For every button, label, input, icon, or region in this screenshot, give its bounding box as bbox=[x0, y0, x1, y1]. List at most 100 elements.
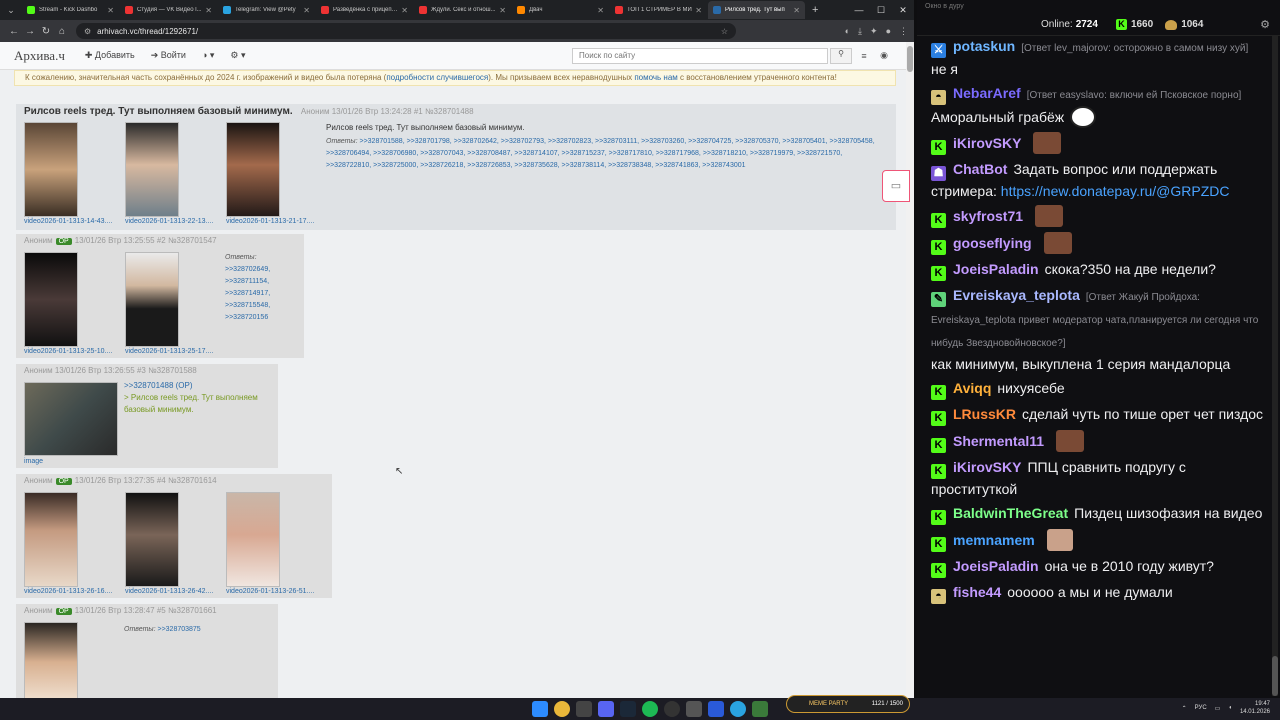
media-player-icon[interactable] bbox=[708, 701, 724, 717]
browser-tab[interactable]: Stream - Kick Dashbo ✕ bbox=[22, 1, 119, 19]
page-scrollbar[interactable] bbox=[906, 42, 914, 698]
chat-username[interactable]: potaskun bbox=[953, 38, 1015, 54]
file-name[interactable]: video2026-01-1313-25-17.... bbox=[125, 348, 213, 355]
list-icon[interactable]: ≡ bbox=[856, 51, 872, 61]
video-thumbnail[interactable] bbox=[125, 122, 179, 217]
chat-username[interactable]: JoeisPaladin bbox=[953, 261, 1039, 277]
settings-icon[interactable]: ⚙ bbox=[1260, 18, 1270, 31]
chat-username[interactable]: JoeisPaladin bbox=[953, 558, 1039, 574]
video-thumbnail[interactable] bbox=[125, 252, 179, 347]
login-button[interactable]: ➔ Войти bbox=[151, 50, 186, 61]
video-thumbnail[interactable] bbox=[24, 492, 78, 587]
clock[interactable]: 19:47 14.01.2026 bbox=[1240, 700, 1270, 716]
video-thumbnail[interactable] bbox=[125, 492, 179, 587]
file-name[interactable]: video2026-01-1313-21-17.... bbox=[226, 218, 314, 225]
chat-username[interactable]: BaldwinTheGreat bbox=[953, 505, 1068, 521]
profile-icon[interactable]: ● bbox=[886, 26, 891, 37]
maximize-icon[interactable]: ☐ bbox=[870, 5, 892, 16]
browser-tab[interactable]: ТОП 1 СТРИМЕР В МИ ✕ bbox=[610, 1, 707, 19]
new-tab-button[interactable]: + bbox=[806, 4, 824, 16]
video-thumbnail[interactable] bbox=[24, 252, 78, 347]
theme-toggle-icon[interactable]: ◑ ▾ bbox=[202, 50, 214, 61]
site-info-icon[interactable]: ⚙ bbox=[84, 27, 91, 36]
app-icon[interactable] bbox=[752, 701, 768, 717]
chat-username[interactable]: NebarAref bbox=[953, 85, 1021, 101]
search-icon[interactable]: ⚲ bbox=[830, 47, 852, 64]
spotify-icon[interactable] bbox=[642, 701, 658, 717]
camera-icon[interactable] bbox=[576, 701, 592, 717]
close-tab-icon[interactable]: ✕ bbox=[499, 6, 506, 15]
chat-username[interactable]: skyfrost71 bbox=[953, 208, 1023, 224]
chat-username[interactable]: ChatBot bbox=[953, 161, 1007, 177]
extension-icon[interactable]: ◐ bbox=[845, 26, 850, 37]
settings-dropdown-icon[interactable]: ⚙ ▾ bbox=[230, 50, 245, 61]
reply-link[interactable]: >>328715548, bbox=[225, 300, 270, 312]
tab-search-icon[interactable]: ⌄ bbox=[4, 3, 18, 17]
chat-link[interactable]: https://new.donatepay.ru/@GRPZDC bbox=[1001, 183, 1230, 199]
close-tab-icon[interactable]: ✕ bbox=[695, 6, 702, 15]
file-name[interactable]: video2026-01-1313-14-43.... bbox=[24, 218, 112, 225]
chat-username[interactable]: Evreiskaya_teplota bbox=[953, 287, 1080, 303]
home-icon[interactable]: ⌂ bbox=[54, 26, 70, 37]
minimize-icon[interactable]: — bbox=[848, 5, 870, 16]
obs-icon[interactable] bbox=[664, 701, 680, 717]
reply-link[interactable]: >>328720156 bbox=[225, 312, 270, 324]
video-thumbnail[interactable] bbox=[24, 122, 78, 217]
file-name[interactable]: video2026-01-1313-25-10.... bbox=[24, 348, 112, 355]
notice-details-link[interactable]: подробности случившегося bbox=[386, 73, 488, 82]
close-window-icon[interactable]: ✕ bbox=[892, 5, 914, 16]
add-button[interactable]: ✚ Добавить bbox=[85, 50, 135, 61]
reply-links[interactable]: >>328701588, >>328701798, >>328702642, >… bbox=[326, 138, 875, 169]
chat-scrollbar[interactable] bbox=[1272, 36, 1278, 696]
close-tab-icon[interactable]: ✕ bbox=[597, 6, 604, 15]
chat-username[interactable]: Shermental11 bbox=[953, 433, 1044, 449]
file-name[interactable]: video2026-01-1313-26-51.... bbox=[226, 588, 314, 595]
video-thumbnail[interactable] bbox=[24, 622, 78, 698]
account-icon[interactable]: ◉ bbox=[876, 50, 892, 61]
browser-tab[interactable]: Двач ✕ bbox=[512, 1, 609, 19]
reload-icon[interactable]: ↻ bbox=[38, 26, 54, 37]
close-tab-icon[interactable]: ✕ bbox=[303, 6, 310, 15]
browser-tab[interactable]: Разведёнка с прицепо... ✕ bbox=[316, 1, 413, 19]
chat-username[interactable]: LRussKR bbox=[953, 406, 1016, 422]
browser-tab[interactable]: Рилсов тред. Тут вып ✕ bbox=[708, 1, 805, 19]
browser-tab[interactable]: Ждули. Секс и отнош... ✕ bbox=[414, 1, 511, 19]
browser-tab[interactable]: Студия — VK Видео l... ✕ bbox=[120, 1, 217, 19]
telegram-icon[interactable] bbox=[730, 701, 746, 717]
chat-username[interactable]: gooseflying bbox=[953, 235, 1032, 251]
steam-icon[interactable] bbox=[620, 701, 636, 717]
address-bar[interactable]: ⚙ arhivach.vc/thread/1292671/ ☆ bbox=[76, 23, 736, 39]
chat-username[interactable]: iKirovSKY bbox=[953, 135, 1021, 151]
chat-username[interactable]: Aviqq bbox=[953, 380, 991, 396]
chat-username[interactable]: iKirovSKY bbox=[953, 459, 1021, 475]
browser-tab[interactable]: Telegram: View @Pety ✕ bbox=[218, 1, 315, 19]
video-thumbnail[interactable] bbox=[226, 122, 280, 217]
tray-chevron-icon[interactable]: ⌃ bbox=[1182, 705, 1187, 712]
reply-link[interactable]: >>328714917, bbox=[225, 288, 270, 300]
start-icon[interactable] bbox=[532, 701, 548, 717]
reply-link[interactable]: >>328702649, bbox=[225, 264, 270, 276]
file-name[interactable]: video2026-01-1313-26-42.... bbox=[125, 588, 213, 595]
download-icon[interactable]: ⤓ bbox=[858, 26, 862, 37]
notice-help-link[interactable]: помочь нам bbox=[634, 73, 677, 82]
file-name[interactable]: image bbox=[24, 458, 43, 465]
chat-username[interactable]: fishe44 bbox=[953, 584, 1001, 600]
app-icon[interactable] bbox=[686, 701, 702, 717]
close-tab-icon[interactable]: ✕ bbox=[401, 6, 408, 15]
forward-icon[interactable]: → bbox=[22, 26, 38, 37]
file-name[interactable]: video2026-01-1313-22-13.... bbox=[125, 218, 213, 225]
close-tab-icon[interactable]: ✕ bbox=[205, 6, 212, 15]
site-search-input[interactable] bbox=[572, 47, 828, 64]
volume-icon[interactable]: ◖ bbox=[1228, 705, 1232, 711]
file-name[interactable]: video2026-01-1313-26-16.... bbox=[24, 588, 112, 595]
back-icon[interactable]: ← bbox=[6, 26, 22, 37]
discord-icon[interactable] bbox=[598, 701, 614, 717]
close-tab-icon[interactable]: ✕ bbox=[793, 6, 800, 15]
chat-username[interactable]: memnamem bbox=[953, 532, 1035, 548]
reply-link[interactable]: >>328703875 bbox=[157, 626, 200, 633]
browser-menu-icon[interactable]: ⋮ bbox=[899, 26, 908, 37]
op-reference-link[interactable]: >>328701488 (OP) bbox=[124, 380, 264, 392]
network-icon[interactable]: ▭ bbox=[1215, 705, 1221, 712]
extensions-puzzle-icon[interactable]: ✦ bbox=[870, 26, 878, 37]
reply-link[interactable]: >>328711154, bbox=[225, 276, 270, 288]
